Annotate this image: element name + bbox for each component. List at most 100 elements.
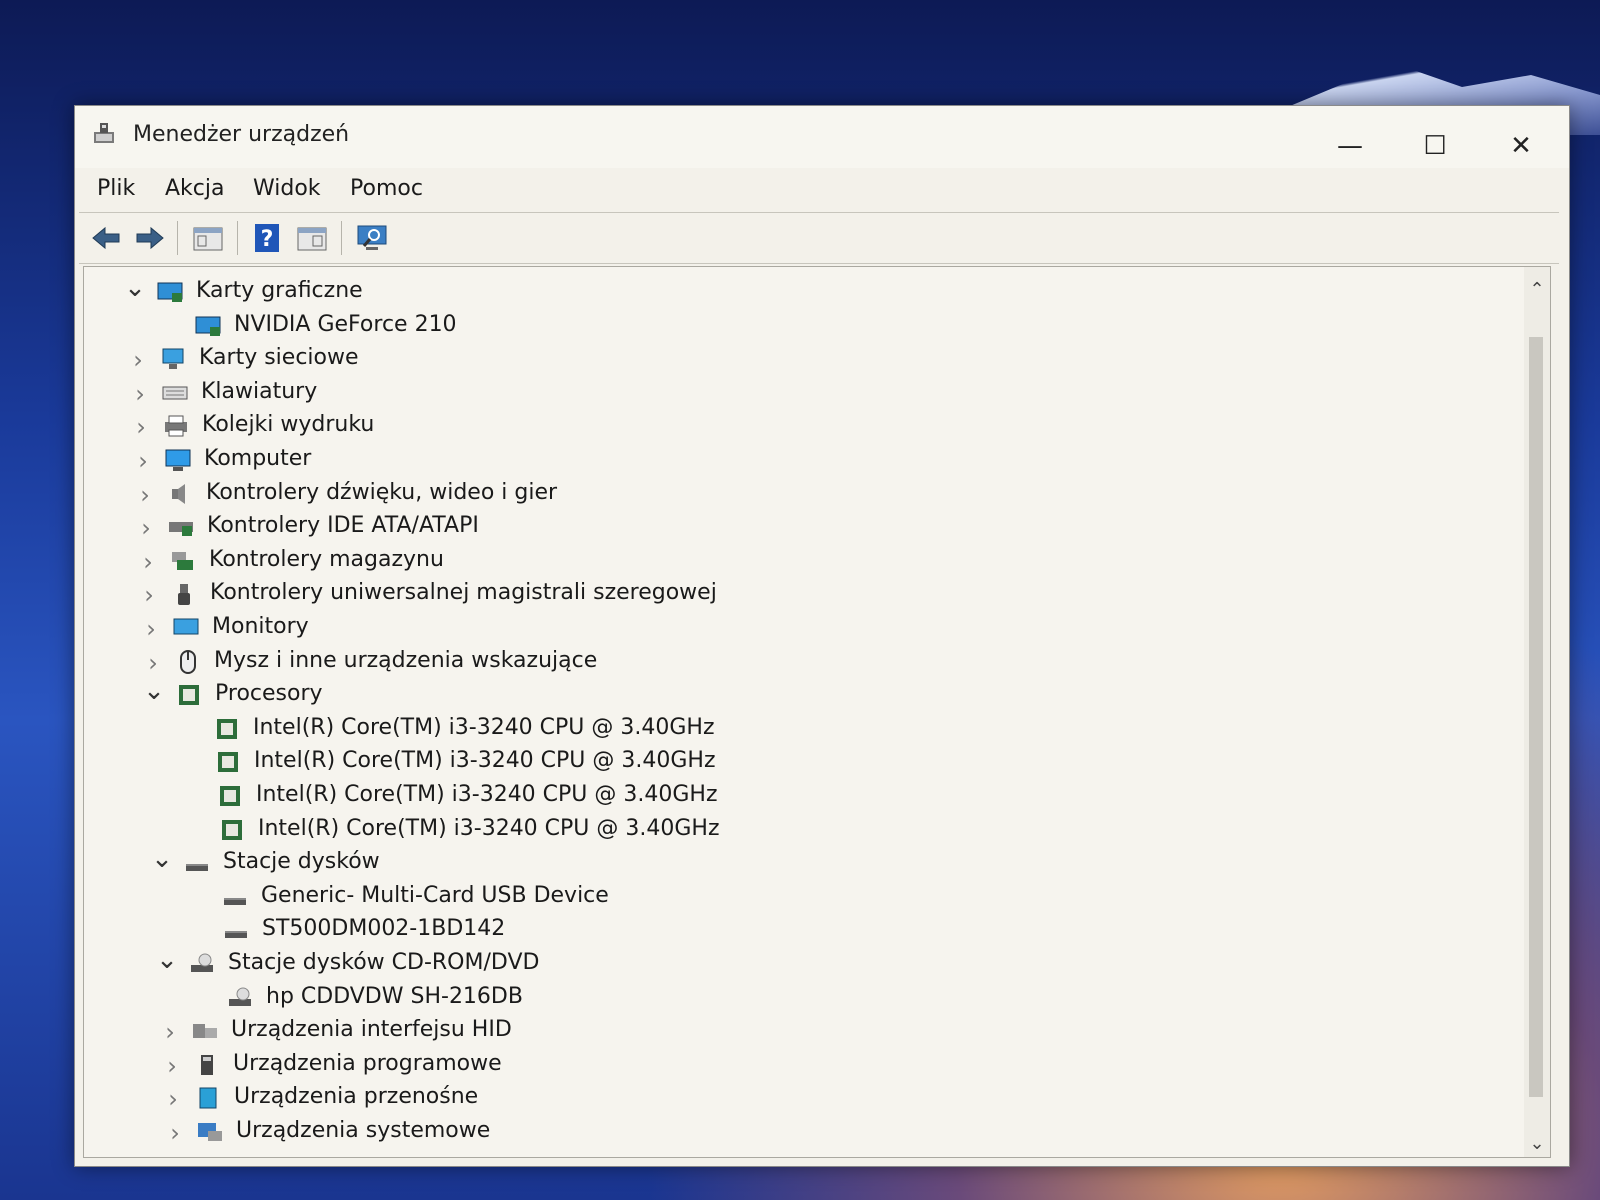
- tree-node-label: Intel(R) Core(TM) i3-3240 CPU @ 3.40GHz: [258, 815, 720, 841]
- minimize-button[interactable]: —: [1330, 126, 1370, 166]
- vertical-scrollbar[interactable]: ⌃ ⌄: [1524, 267, 1550, 1157]
- tree-device[interactable]: hp CDDVDW SH-216DB: [84, 983, 1490, 1015]
- tree-category[interactable]: › Monitory: [84, 613, 1490, 645]
- ide-controller-icon: [169, 522, 193, 537]
- menu-plik[interactable]: Plik: [97, 176, 135, 201]
- forward-button[interactable]: [133, 221, 167, 255]
- chevron-right-icon[interactable]: ›: [137, 548, 159, 576]
- chevron-right-icon[interactable]: ›: [164, 1119, 186, 1147]
- properties-button[interactable]: [191, 221, 225, 255]
- tree-node-label: Karty graficzne: [196, 278, 363, 303]
- scrollbar-thumb[interactable]: [1529, 337, 1543, 1097]
- menu-akcja[interactable]: Akcja: [165, 176, 224, 201]
- tree-category[interactable]: › Komputer: [84, 445, 1490, 477]
- tree-device[interactable]: Intel(R) Core(TM) i3-3240 CPU @ 3.40GHz: [84, 781, 1490, 813]
- tree-category[interactable]: › Kontrolery uniwersalnej magistrali szer…: [84, 579, 1490, 611]
- tree-device[interactable]: ST500DM002-1BD142: [84, 915, 1490, 947]
- tree-category[interactable]: › Urządzenia programowe: [84, 1050, 1490, 1082]
- printer-icon: [165, 415, 187, 437]
- tree-category[interactable]: › Kontrolery IDE ATA/ATAPI: [84, 512, 1490, 544]
- maximize-button[interactable]: ☐: [1415, 126, 1455, 166]
- tree-category[interactable]: › Kontrolery dźwięku, wideo i gier: [84, 479, 1490, 511]
- mouse-icon: [180, 649, 196, 674]
- chevron-right-icon[interactable]: ›: [134, 481, 156, 509]
- chevron-right-icon[interactable]: ›: [127, 346, 149, 374]
- chevron-right-icon[interactable]: ›: [142, 649, 164, 677]
- chevron-right-icon[interactable]: ›: [129, 380, 151, 408]
- chevron-down-icon[interactable]: ⌄: [124, 275, 146, 307]
- chevron-right-icon[interactable]: ›: [138, 581, 160, 609]
- system-device-icon: [198, 1123, 222, 1141]
- tree-device[interactable]: Intel(R) Core(TM) i3-3240 CPU @ 3.40GHz: [84, 815, 1490, 847]
- tree-node-label: Intel(R) Core(TM) i3-3240 CPU @ 3.40GHz: [256, 782, 718, 807]
- scroll-down-button[interactable]: ⌄: [1524, 1131, 1550, 1157]
- tree-node-label: Monitory: [212, 614, 309, 639]
- tree-category[interactable]: › Klawiatury: [84, 378, 1490, 410]
- chevron-right-icon[interactable]: ›: [162, 1085, 184, 1113]
- tree-category[interactable]: › Mysz i inne urządzenia wskazujące: [84, 647, 1490, 679]
- menu-bar: Plik Akcja Widok Pomoc: [75, 168, 1569, 212]
- close-button[interactable]: ✕: [1501, 126, 1541, 166]
- scroll-up-button[interactable]: ⌃: [1524, 277, 1550, 303]
- monitor-scan-icon: [357, 225, 387, 250]
- chevron-down-icon[interactable]: ⌄: [156, 947, 178, 979]
- tree-node-label: Stacje dysków: [223, 849, 380, 875]
- tree-node-label: Kontrolery uniwersalnej magistrali szere…: [210, 580, 717, 606]
- tree-category[interactable]: › Kontrolery magazynu: [84, 546, 1490, 578]
- view-button[interactable]: [295, 221, 329, 255]
- chevron-right-icon[interactable]: ›: [130, 413, 152, 441]
- tree-device[interactable]: Intel(R) Core(TM) i3-3240 CPU @ 3.40GHz: [84, 747, 1490, 779]
- title-bar[interactable]: Menedżer urządzeń — ☐ ✕: [75, 106, 1569, 168]
- chevron-right-icon[interactable]: ›: [135, 514, 157, 542]
- keyboard-icon: [162, 386, 188, 400]
- tree-device[interactable]: Intel(R) Core(TM) i3-3240 CPU @ 3.40GHz: [84, 714, 1490, 746]
- tree-device[interactable]: Generic- Multi-Card USB Device: [84, 882, 1490, 914]
- portable-device-icon: [199, 1087, 217, 1109]
- tree-category[interactable]: › Karty sieciowe: [84, 344, 1490, 376]
- tree-node-label: Karty sieciowe: [199, 345, 359, 371]
- chevron-right-icon[interactable]: ›: [132, 447, 154, 475]
- toolbar-separator: [341, 221, 342, 255]
- back-button[interactable]: [89, 221, 123, 255]
- tree-node-label: NVIDIA GeForce 210: [234, 311, 457, 337]
- device-manager-app-icon: [94, 123, 114, 143]
- tree-node-label: Urządzenia programowe: [233, 1050, 502, 1076]
- tree-category[interactable]: › Urządzenia przenośne: [84, 1083, 1490, 1115]
- tree-node-label: Stacje dysków CD-ROM/DVD: [228, 950, 540, 975]
- menu-pomoc[interactable]: Pomoc: [350, 176, 423, 201]
- chevron-right-icon[interactable]: ›: [140, 615, 162, 643]
- help-button[interactable]: ?: [251, 221, 285, 255]
- tree-node-label: Kontrolery magazynu: [209, 546, 444, 572]
- toolbar-separator: [237, 221, 238, 255]
- processor-icon: [217, 718, 237, 739]
- toolbar-separator: [177, 221, 178, 255]
- disk-drive-icon: [186, 864, 208, 872]
- tree-category[interactable]: ⌄ Stacje dysków: [84, 846, 1490, 880]
- chevron-right-icon[interactable]: ›: [159, 1018, 181, 1046]
- tree-category[interactable]: ⌄ Stacje dysków CD-ROM/DVD: [84, 947, 1490, 981]
- monitor-icon: [173, 618, 199, 635]
- tree-category[interactable]: › Urządzenia interfejsu HID: [84, 1016, 1490, 1048]
- processor-icon: [222, 819, 242, 840]
- arrow-left-icon: [92, 226, 120, 250]
- chevron-down-icon[interactable]: ⌄: [151, 846, 173, 878]
- chevron-right-icon[interactable]: ›: [161, 1052, 183, 1080]
- display-adapter-icon: [157, 282, 183, 302]
- tree-node-label: Generic- Multi-Card USB Device: [261, 882, 609, 908]
- tree-device[interactable]: NVIDIA GeForce 210: [84, 311, 1490, 343]
- arrow-right-icon: [136, 226, 164, 250]
- tree-node-label: Klawiatury: [201, 378, 318, 404]
- cd-drive-icon: [229, 987, 251, 1006]
- computer-icon: [165, 449, 191, 471]
- chevron-down-icon[interactable]: ⌄: [143, 678, 165, 710]
- tree-category[interactable]: › Kolejki wydruku: [84, 411, 1490, 443]
- network-icon: [162, 348, 184, 370]
- tree-category[interactable]: ⌄ Karty graficzne: [84, 275, 1490, 309]
- scan-hardware-button[interactable]: [355, 221, 389, 255]
- hid-icon: [193, 1024, 217, 1039]
- menu-widok[interactable]: Widok: [253, 176, 321, 201]
- svg-text:?: ?: [261, 227, 274, 252]
- tree-category[interactable]: › Urządzenia systemowe: [84, 1117, 1490, 1149]
- tree-category[interactable]: ⌄ Procesory: [84, 678, 1490, 712]
- storage-controller-icon: [172, 551, 193, 570]
